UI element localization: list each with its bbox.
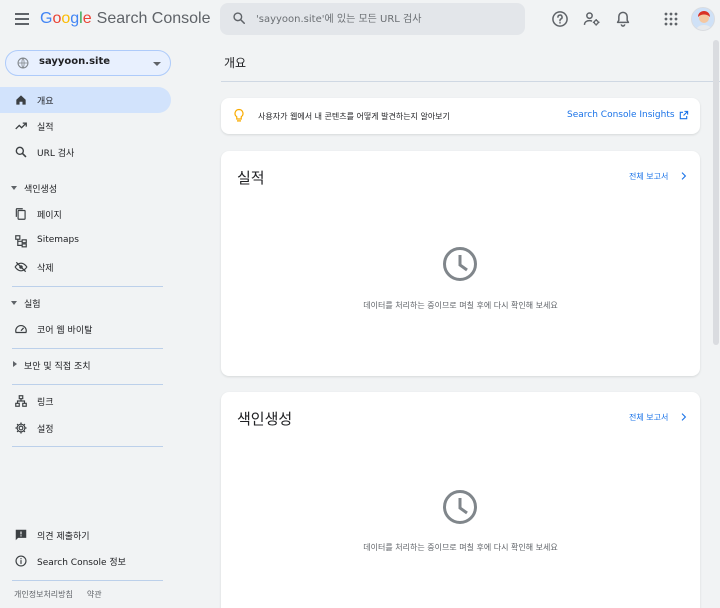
open-in-new-icon[interactable] — [678, 110, 689, 121]
terms-link[interactable]: 약관 — [87, 590, 102, 599]
search-icon — [233, 12, 246, 25]
chevron-right-icon[interactable] — [679, 171, 688, 181]
top-app-bar: Google Search Console — [0, 0, 720, 38]
nav-links[interactable]: 링크 — [0, 388, 171, 414]
section-indexing[interactable]: 색인생성 — [0, 177, 171, 199]
nav-feedback[interactable]: 의견 제출하기 — [0, 522, 171, 548]
section-experience[interactable]: 실험 — [0, 292, 171, 314]
chevron-right-icon[interactable] — [679, 412, 688, 422]
nav-removals-label: 삭제 — [37, 264, 54, 274]
trending-up-icon — [15, 122, 27, 130]
info-icon — [15, 555, 27, 567]
page-title: 개요 — [224, 56, 247, 70]
privacy-link[interactable]: 개인정보처리방침 — [14, 590, 73, 599]
search-input[interactable] — [256, 9, 516, 29]
search-icon — [15, 146, 27, 158]
nav-sitemaps-label: Sitemaps — [37, 235, 79, 245]
expand-arrow-icon — [13, 361, 17, 367]
indexing-card-title: 색인생성 — [237, 410, 293, 428]
links-icon — [15, 395, 27, 407]
speedometer-icon — [15, 325, 27, 334]
section-security[interactable]: 보안 및 직접 조치 — [0, 354, 171, 376]
indexing-full-report-link[interactable]: 전체 보고서 — [629, 412, 668, 423]
footer-links: 개인정보처리방침 약관 — [14, 589, 116, 600]
nav-pages[interactable]: 페이지 — [0, 201, 171, 227]
nav-settings[interactable]: 설정 — [0, 415, 171, 441]
insights-link[interactable]: Search Console Insights — [567, 110, 675, 120]
manage-users-icon[interactable] — [582, 9, 602, 29]
apps-icon[interactable] — [661, 9, 681, 29]
performance-card: 실적 전체 보고서 데이터를 처리하는 중이므로 며칠 후에 다시 확인해 보세… — [221, 151, 700, 376]
insights-banner: 사용자가 웹에서 내 콘텐츠를 어떻게 발견하는지 알아보기 Search Co… — [221, 98, 700, 134]
url-inspect-search[interactable] — [220, 3, 525, 35]
nav-pages-label: 페이지 — [37, 211, 62, 221]
nav-url-inspection-label: URL 검사 — [37, 149, 75, 159]
nav-divider — [12, 446, 163, 447]
nav-core-web-vitals-label: 코어 웹 바이탈 — [37, 326, 93, 336]
sitemap-icon — [15, 235, 27, 248]
section-experience-label: 실험 — [24, 300, 41, 310]
nav-divider — [12, 286, 163, 287]
account-avatar[interactable] — [691, 7, 715, 31]
nav-about-label: Search Console 정보 — [37, 558, 126, 568]
collapse-arrow-icon — [11, 186, 17, 190]
nav-divider — [12, 348, 163, 349]
insights-message: 사용자가 웹에서 내 콘텐츠를 어떻게 발견하는지 알아보기 — [258, 112, 450, 121]
globe-icon — [17, 57, 29, 69]
performance-full-report-link[interactable]: 전체 보고서 — [629, 171, 668, 182]
nav-performance[interactable]: 실적 — [0, 113, 171, 139]
collapse-arrow-icon — [11, 301, 17, 305]
nav-url-inspection[interactable]: URL 검사 — [0, 139, 171, 165]
search-console-logo[interactable]: Google Search Console — [40, 10, 210, 28]
nav-sitemaps[interactable]: Sitemaps — [0, 228, 171, 254]
indexing-processing-message: 데이터를 처리하는 중이므로 며칠 후에 다시 확인해 보세요 — [363, 543, 558, 552]
property-selector[interactable]: sayyoon.site — [5, 50, 171, 76]
lightbulb-icon — [234, 108, 244, 122]
product-name: Search Console — [96, 10, 211, 27]
nav-settings-label: 설정 — [37, 425, 54, 435]
nav-links-label: 링크 — [37, 398, 54, 408]
nav-divider — [12, 580, 163, 581]
notifications-icon[interactable] — [613, 9, 633, 29]
nav-core-web-vitals[interactable]: 코어 웹 바이탈 — [0, 316, 171, 342]
nav-divider — [12, 384, 163, 385]
performance-card-title: 실적 — [237, 169, 265, 187]
nav-removals[interactable]: 삭제 — [0, 254, 171, 280]
property-name: sayyoon.site — [39, 56, 111, 67]
dropdown-arrow-icon — [153, 62, 161, 66]
clock-icon — [443, 490, 477, 524]
clock-icon — [443, 247, 477, 281]
performance-processing-message: 데이터를 처리하는 중이므로 며칠 후에 다시 확인해 보세요 — [363, 301, 558, 310]
nav-overview[interactable]: 개요 — [0, 87, 171, 113]
title-divider — [221, 81, 720, 82]
scrollbar-thumb[interactable] — [713, 40, 719, 345]
sidebar: sayyoon.site 개요 실적 URL 검사 색인생성 페이지 Sitem… — [0, 38, 176, 608]
removals-icon — [14, 261, 28, 273]
feedback-icon — [15, 529, 27, 541]
home-icon — [16, 95, 26, 105]
nav-performance-label: 실적 — [37, 123, 54, 133]
settings-icon — [15, 422, 27, 434]
help-icon[interactable] — [550, 9, 570, 29]
menu-icon[interactable] — [12, 9, 32, 29]
nav-about[interactable]: Search Console 정보 — [0, 548, 171, 574]
pages-icon — [15, 208, 26, 220]
indexing-card: 색인생성 전체 보고서 데이터를 처리하는 중이므로 며칠 후에 다시 확인해 … — [221, 392, 700, 608]
nav-overview-label: 개요 — [37, 97, 54, 107]
section-security-label: 보안 및 직접 조치 — [24, 362, 91, 372]
nav-feedback-label: 의견 제출하기 — [37, 532, 90, 542]
section-indexing-label: 색인생성 — [24, 185, 58, 195]
